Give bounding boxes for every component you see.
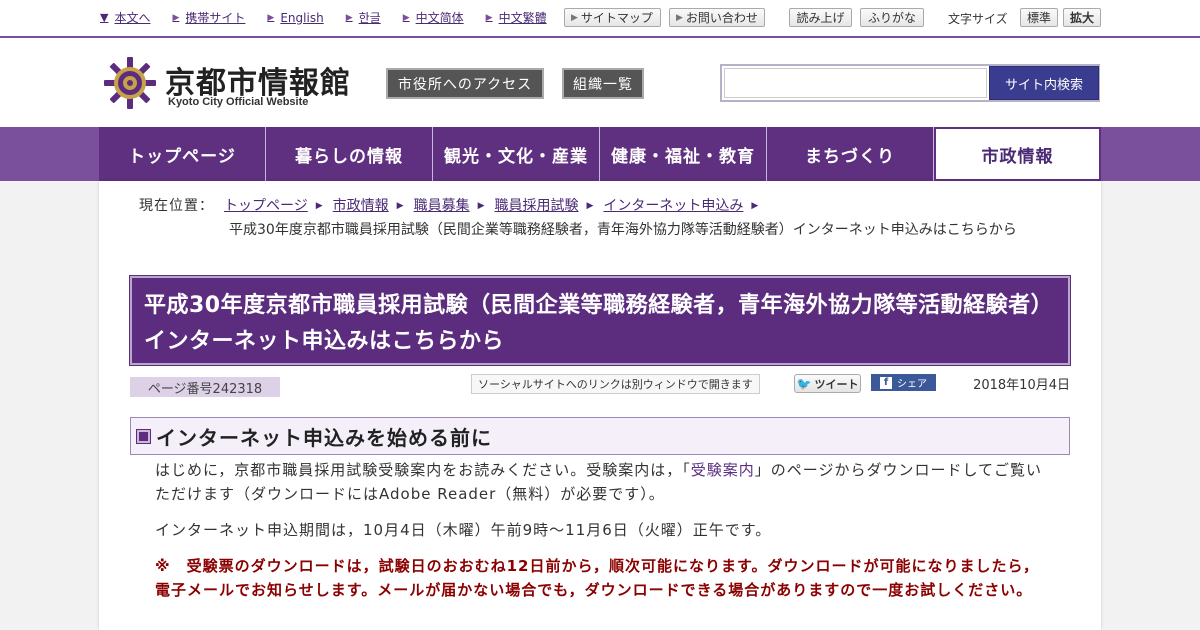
city-hall-access-button[interactable]: 市役所へのアクセス [386,68,544,99]
exam-guide-link[interactable]: 受験案内 [691,461,755,479]
page-meta: ページ番号242318 ソーシャルサイトへのリンクは別ウィンドウで開きます 🐦 ツ… [130,374,1070,399]
main-content: 現在位置： トップページ ▶ 市政情報 ▶ 職員募集 ▶ 職員採用試験 ▶ インターネッ… [99,181,1101,630]
application-period-paragraph: インターネット申込期間は，10月4日（木曜）午前9時～11月6日（火曜）正午です… [155,521,772,539]
korean-link[interactable]: ▶ 한글 [346,9,381,26]
utility-bar: ▼ 本文へ ▶ 携帯サイト ▶ English ▶ 한글 ▶ 中文简体 ▶ 中文繁體 ▶ サイ… [0,0,1200,38]
font-size-label: 文字サイズ [948,12,1008,26]
skip-to-content-link[interactable]: ▼ 本文へ [100,9,150,26]
sitemap-button[interactable]: ▶ サイトマップ [564,8,661,27]
square-bullet-icon [136,428,151,444]
publish-date: 2018年10月4日 [973,378,1070,393]
breadcrumb-arrow-icon: ▶ [586,201,594,211]
utility-links: ▼ 本文へ ▶ 携帯サイト ▶ English ▶ 한글 ▶ 中文简体 ▶ 中文繁體 [100,9,569,26]
section-heading-box: インターネット申込みを始める前に [130,417,1070,455]
nav-health-welfare-education[interactable]: 健康・福祉・教育 [600,127,767,181]
intro-paragraph: はじめに，京都市職員採用試験受験案内をお読みください。受験案内は，「受験案内」の… [155,461,1043,503]
simplified-chinese-link[interactable]: ▶ 中文简体 [403,9,464,26]
site-search: サイト内検索 [720,64,1100,102]
organization-list-button[interactable]: 組織一覧 [562,68,644,99]
breadcrumb-recruitment[interactable]: 職員募集 [414,194,470,218]
global-nav: トップページ 暮らしの情報 観光・文化・産業 健康・福祉・教育 まちづくり 市政… [0,127,1200,181]
font-standard-button[interactable]: 標準 [1020,8,1058,27]
down-triangle-icon: ▼ [100,11,109,24]
breadcrumb-internet-application[interactable]: インターネット申込み [603,194,743,218]
site-header: 京都市情報館 Kyoto City Official Website 市役所への… [0,38,1200,127]
site-subtitle: Kyoto City Official Website [168,96,309,108]
mobile-site-link[interactable]: ▶ 携帯サイト [172,9,245,26]
nav-top-page[interactable]: トップページ [99,127,266,181]
right-triangle-icon: ▶ [267,12,275,23]
breadcrumb-city-administration[interactable]: 市政情報 [333,194,389,218]
breadcrumb-arrow-icon: ▶ [477,201,485,211]
read-aloud-button[interactable]: 読み上げ [789,8,852,27]
social-link-note: ソーシャルサイトへのリンクは別ウィンドウで開きます [471,374,760,394]
right-triangle-icon: ▶ [571,12,578,23]
site-search-button[interactable]: サイト内検索 [989,66,1099,100]
section-heading: インターネット申込みを始める前に [156,425,492,450]
facebook-icon: f [880,376,892,389]
breadcrumb-top-page[interactable]: トップページ [224,194,308,218]
right-triangle-icon: ▶ [172,12,180,23]
right-triangle-icon: ▶ [402,12,410,23]
breadcrumb-current-page: 平成30年度京都市職員採用試験（民間企業等職務経験者，青年海外協力隊等活動経験者… [229,222,1017,238]
kyoto-city-emblem-icon[interactable] [103,56,157,110]
nav-tourism-culture-industry[interactable]: 観光・文化・産業 [433,127,600,181]
section-body: はじめに，京都市職員採用試験受験案内をお読みください。受験案内は，「受験案内」の… [155,458,1055,614]
search-input[interactable] [724,68,987,98]
admission-ticket-warning: ※ 受験票のダウンロードは，試験日のおおむね12日前から，順次可能になります。ダ… [155,557,1040,599]
page-title: 平成30年度京都市職員採用試験（民間企業等職務経験者，青年海外協力隊等活動経験者… [144,293,1054,354]
english-link[interactable]: ▶ English [267,9,323,26]
twitter-bird-icon: 🐦 [796,376,812,391]
facebook-share-button[interactable]: f シェア [871,374,936,391]
breadcrumb-exam[interactable]: 職員採用試験 [495,194,579,218]
font-large-button[interactable]: 拡大 [1063,8,1101,27]
breadcrumb-arrow-icon: ▶ [396,201,404,211]
nav-living-info[interactable]: 暮らしの情報 [266,127,433,181]
breadcrumb-label: 現在位置： [139,198,214,214]
contact-button[interactable]: ▶ お問い合わせ [669,8,765,27]
nav-city-planning[interactable]: まちづくり [767,127,934,181]
page-number-badge: ページ番号242318 [130,377,280,397]
right-triangle-icon: ▶ [345,12,353,23]
breadcrumb: 現在位置： トップページ ▶ 市政情報 ▶ 職員募集 ▶ 職員採用試験 ▶ インターネッ… [139,194,1059,242]
right-triangle-icon: ▶ [485,12,493,23]
right-triangle-icon: ▶ [676,12,683,23]
page-title-box: 平成30年度京都市職員採用試験（民間企業等職務経験者，青年海外協力隊等活動経験者… [129,275,1071,366]
breadcrumb-arrow-icon: ▶ [315,201,323,211]
traditional-chinese-link[interactable]: ▶ 中文繁體 [486,9,547,26]
furigana-button[interactable]: ふりがな [860,8,924,27]
nav-city-administration[interactable]: 市政情報 [934,127,1101,181]
breadcrumb-arrow-icon: ▶ [751,201,759,211]
tweet-button[interactable]: 🐦 ツイート [794,374,861,393]
